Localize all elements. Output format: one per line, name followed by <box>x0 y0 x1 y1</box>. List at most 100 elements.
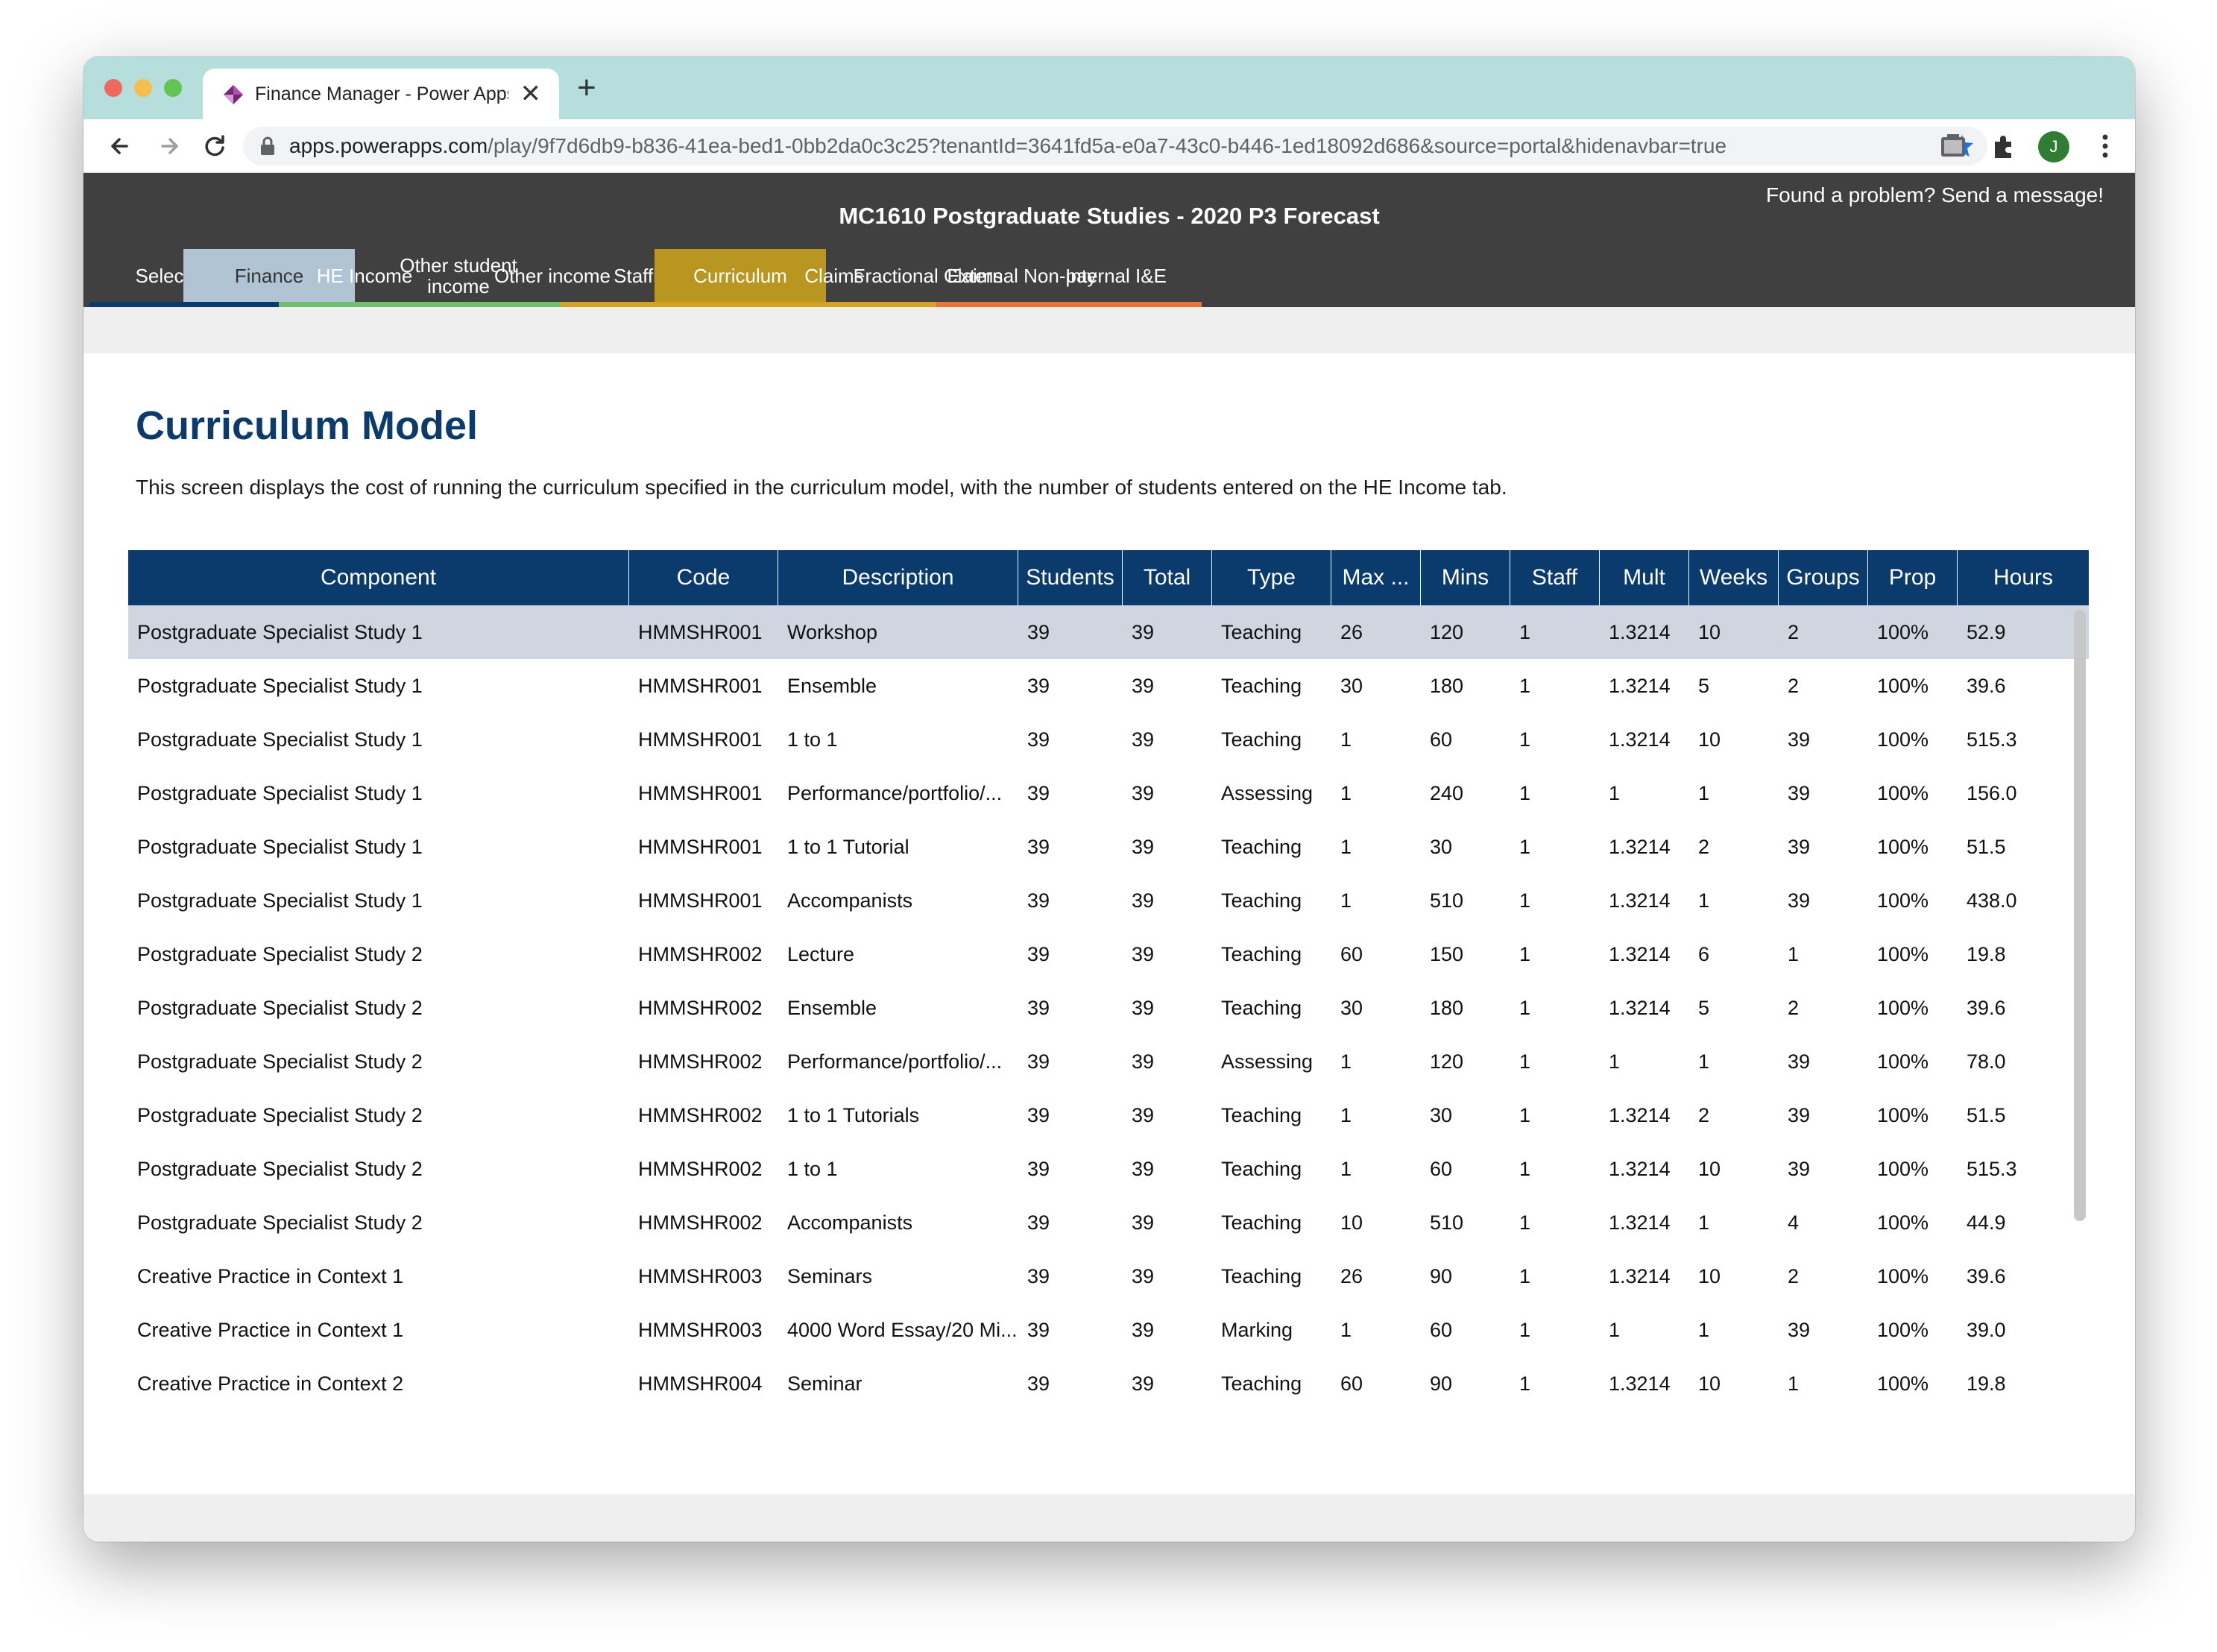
table-cell: 1 <box>1519 620 1531 643</box>
table-cell: 39.0 <box>1967 1318 2006 1341</box>
column-header[interactable]: Groups <box>1779 550 1868 605</box>
grid-body[interactable]: Postgraduate Specialist Study 1 HMMSHR001… <box>128 605 2089 1416</box>
column-header[interactable]: Component <box>128 550 629 605</box>
table-cell: 100% <box>1877 1211 1929 1234</box>
table-cell: Teaching <box>1221 1103 1302 1126</box>
table-cell: Teaching <box>1221 620 1302 643</box>
column-header[interactable]: Prop <box>1868 550 1958 605</box>
new-tab-button[interactable]: + <box>577 72 596 104</box>
table-cell: Postgraduate Specialist Study 1 <box>137 835 423 858</box>
table-cell: 1 <box>1340 1157 1352 1180</box>
table-cell: Lecture <box>787 942 855 965</box>
table-cell: 39.6 <box>1967 674 2006 697</box>
table-row[interactable]: Postgraduate Specialist Study 2 HMMSHR002… <box>128 1088 2089 1142</box>
column-header[interactable]: Description <box>778 550 1018 605</box>
table-cell: 515.3 <box>1967 728 2017 751</box>
table-cell: 1 <box>1340 1103 1352 1126</box>
table-row[interactable]: Postgraduate Specialist Study 2 HMMSHR002… <box>128 927 2089 981</box>
table-cell: 52.9 <box>1967 620 2006 643</box>
extensions-puzzle-icon[interactable] <box>1989 131 2019 161</box>
table-row[interactable]: Postgraduate Specialist Study 1 HMMSHR001… <box>128 605 2089 659</box>
table-cell: 1.3214 <box>1609 942 1671 965</box>
table-cell: Assessing <box>1221 1050 1314 1073</box>
table-row[interactable]: Postgraduate Specialist Study 1 HMMSHR001… <box>128 713 2089 766</box>
browser-tab[interactable]: Finance Manager - Power Apps ✕ <box>203 69 559 119</box>
table-cell: 78.0 <box>1967 1050 2006 1073</box>
table-cell: 39 <box>1027 781 1050 804</box>
bottom-spacer-band <box>83 1494 2135 1542</box>
table-cell: Seminar <box>787 1372 862 1395</box>
table-cell: 510 <box>1430 889 1464 912</box>
table-row[interactable]: Creative Practice in Context 1 HMMSHR003 4… <box>128 1303 2089 1357</box>
table-cell: 1.3214 <box>1609 728 1671 751</box>
column-header[interactable]: Hours <box>1958 550 2089 605</box>
tab-internal-i-e[interactable]: Internal I&E <box>1030 249 1202 307</box>
table-row[interactable]: Postgraduate Specialist Study 1 HMMSHR001… <box>128 659 2089 713</box>
table-cell: Postgraduate Specialist Study 2 <box>137 1211 423 1234</box>
table-cell: 39 <box>1027 942 1050 965</box>
tab-close-icon[interactable]: ✕ <box>520 79 542 109</box>
column-header[interactable]: Max ... <box>1331 550 1421 605</box>
feedback-link[interactable]: Found a problem? Send a message! <box>1766 183 2104 207</box>
reload-icon[interactable] <box>198 130 231 163</box>
table-cell: 39 <box>1027 1157 1050 1180</box>
table-cell: 10 <box>1340 1211 1363 1234</box>
profile-avatar[interactable]: J <box>2038 131 2069 163</box>
column-header[interactable]: Staff <box>1510 550 1600 605</box>
table-cell: 1 <box>1698 889 1710 912</box>
extension-image-icon[interactable] <box>1938 131 1968 161</box>
table-row[interactable]: Postgraduate Specialist Study 1 HMMSHR001… <box>128 766 2089 820</box>
table-cell: Teaching <box>1221 1211 1302 1234</box>
address-bar[interactable]: apps.powerapps.com/play/9f7d6db9-b836-41… <box>243 127 1987 165</box>
minimize-window-button[interactable] <box>134 79 152 97</box>
browser-menu-icon[interactable] <box>2096 131 2114 161</box>
table-cell: Postgraduate Specialist Study 1 <box>137 889 423 912</box>
table-cell: 39 <box>1132 1103 1155 1126</box>
table-row[interactable]: Postgraduate Specialist Study 1 HMMSHR001… <box>128 820 2089 874</box>
table-cell: 39.6 <box>1967 996 2006 1019</box>
table-cell: 2 <box>1788 620 1800 643</box>
browser-window: Finance Manager - Power Apps ✕ + apps.po… <box>83 57 2135 1542</box>
curriculum-grid: Component Code Description Students Total Typ… <box>128 550 2089 1416</box>
table-cell: HMMSHR002 <box>638 942 763 965</box>
column-header[interactable]: Mins <box>1421 550 1510 605</box>
table-cell: HMMSHR002 <box>638 996 763 1019</box>
table-cell: 1 <box>1519 889 1531 912</box>
table-cell: 39 <box>1132 1050 1155 1073</box>
zoom-window-button[interactable] <box>164 79 182 97</box>
table-cell: Postgraduate Specialist Study 2 <box>137 942 423 965</box>
table-row[interactable]: Postgraduate Specialist Study 2 HMMSHR002… <box>128 1035 2089 1088</box>
forward-arrow-icon[interactable] <box>152 130 185 163</box>
grid-scrollbar[interactable] <box>2074 610 2086 1221</box>
table-row[interactable]: Creative Practice in Context 1 HMMSHR003 S… <box>128 1249 2089 1303</box>
table-cell: 1 to 1 <box>787 1157 838 1180</box>
table-cell: 1 <box>1340 889 1352 912</box>
table-cell: 1 <box>1698 1211 1710 1234</box>
column-header[interactable]: Students <box>1018 550 1123 605</box>
table-cell: Performance/portfolio/... <box>787 781 1003 804</box>
table-cell: Ensemble <box>787 996 877 1019</box>
close-window-button[interactable] <box>104 79 122 97</box>
table-cell: 90 <box>1430 1264 1453 1287</box>
table-cell: 10 <box>1698 1157 1721 1180</box>
table-cell: Teaching <box>1221 835 1302 858</box>
column-header[interactable]: Type <box>1212 550 1331 605</box>
table-row[interactable]: Postgraduate Specialist Study 2 HMMSHR002… <box>128 981 2089 1035</box>
column-header[interactable]: Code <box>629 550 778 605</box>
column-header[interactable]: Weeks <box>1689 550 1779 605</box>
table-cell: 1 <box>1519 1318 1531 1341</box>
table-row[interactable]: Creative Practice in Context 2 HMMSHR004 S… <box>128 1357 2089 1410</box>
back-arrow-icon[interactable] <box>104 130 137 163</box>
column-header[interactable]: Total <box>1123 550 1212 605</box>
table-cell: 2 <box>1788 674 1800 697</box>
table-row[interactable]: Postgraduate Specialist Study 1 HMMSHR001… <box>128 874 2089 927</box>
column-header[interactable]: Mult <box>1600 550 1689 605</box>
table-row[interactable]: Postgraduate Specialist Study 2 HMMSHR002… <box>128 1142 2089 1196</box>
table-cell: Postgraduate Specialist Study 2 <box>137 1050 423 1073</box>
table-row[interactable]: Postgraduate Specialist Study 2 HMMSHR002… <box>128 1196 2089 1249</box>
table-cell: Postgraduate Specialist Study 1 <box>137 728 423 751</box>
table-cell: HMMSHR003 <box>638 1318 763 1341</box>
table-cell: Postgraduate Specialist Study 2 <box>137 996 423 1019</box>
table-cell: 100% <box>1877 889 1929 912</box>
table-cell: 100% <box>1877 781 1929 804</box>
